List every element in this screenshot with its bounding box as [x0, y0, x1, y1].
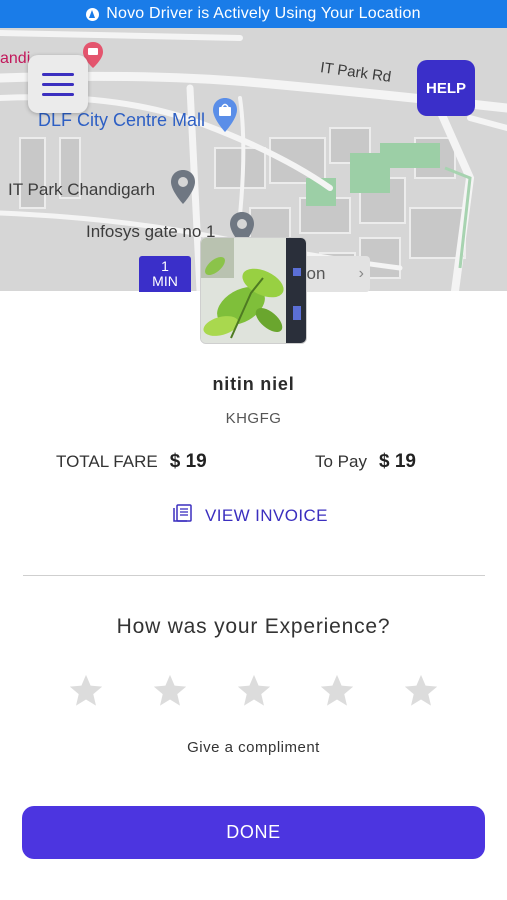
- driver-avatar: [200, 237, 307, 344]
- eta-value: 1: [161, 258, 169, 274]
- location-status-text: Novo Driver is Actively Using Your Locat…: [106, 5, 421, 22]
- section-divider: [23, 575, 485, 576]
- to-pay: To Pay $ 19: [315, 451, 416, 473]
- view-invoice-label: VIEW INVOICE: [205, 505, 328, 525]
- document-icon: [173, 503, 193, 528]
- eta-unit: MIN: [152, 273, 178, 289]
- star-icon-4[interactable]: [318, 672, 356, 710]
- vehicle-number: KHGFG: [225, 410, 282, 427]
- star-icon-5[interactable]: [402, 672, 440, 710]
- to-pay-label: To Pay: [315, 452, 367, 471]
- hamburger-menu-icon-line: [42, 92, 74, 96]
- location-arrow-icon: [86, 7, 100, 21]
- star-icon-3[interactable]: [235, 672, 273, 710]
- menu-button[interactable]: [28, 55, 88, 113]
- star-icon-2[interactable]: [151, 672, 189, 710]
- eta-badge: 1 MIN: [139, 256, 191, 292]
- total-fare-amount: $ 19: [169, 451, 207, 472]
- total-fare-label: TOTAL FARE: [56, 452, 158, 471]
- view-invoice-link[interactable]: VIEW INVOICE: [173, 503, 328, 528]
- map-place-label-partial: andi: [0, 50, 31, 67]
- done-button[interactable]: DONE: [22, 806, 485, 859]
- to-pay-amount: $ 19: [378, 451, 416, 472]
- map-infosys-label: Infosys gate no 1: [86, 222, 216, 241]
- hamburger-menu-icon-line: [42, 82, 74, 86]
- rating-title: How was your Experience?: [116, 615, 391, 638]
- help-button[interactable]: HELP: [417, 60, 475, 116]
- map-mall-label: DLF City Centre Mall: [38, 110, 206, 130]
- driver-name: nitin niel: [212, 374, 295, 394]
- total-fare: TOTAL FARE $ 19: [56, 451, 207, 473]
- hamburger-menu-icon: [42, 72, 74, 76]
- give-compliment-link[interactable]: Give a compliment: [0, 739, 507, 756]
- chevron-right-icon: ›: [358, 265, 364, 282]
- star-rating[interactable]: [0, 672, 507, 712]
- location-status-bar: Novo Driver is Actively Using Your Locat…: [0, 0, 507, 28]
- map-it-park-label: IT Park Chandigarh: [8, 180, 156, 199]
- star-icon-1[interactable]: [67, 672, 105, 710]
